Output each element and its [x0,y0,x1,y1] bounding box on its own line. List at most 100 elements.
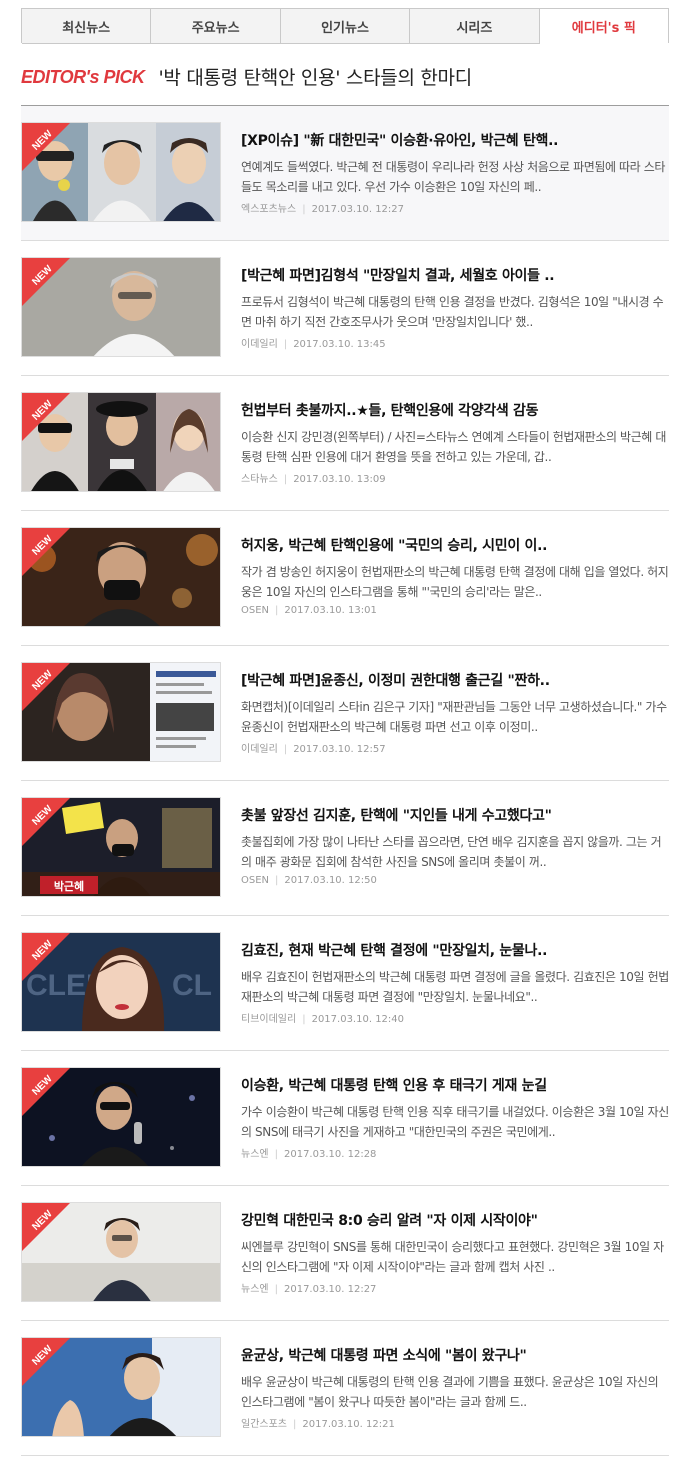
article-summary: 촛불집회에 가장 많이 나타난 스타를 꼽으라면, 단연 배우 김지훈을 꼽지 … [241,835,662,869]
article-summary: 씨엔블루 강민혁이 SNS를 통해 대한민국이 승리했다고 표현했다. 강민혁은… [241,1240,664,1274]
article-summary: 가수 이승환이 박근혜 대통령 탄핵 인용 직후 태극기를 내걸었다. 이승환은… [241,1105,669,1139]
article-time: 2017.03.10. 12:40 [311,1014,405,1025]
article-summary: 화면캡처)[이데일리 스타in 김은구 기자] "재판관님들 그동안 너무 고생… [241,700,667,734]
article-text: 김효진, 현재 박근혜 탄핵 결정에 "만장일치, 눈물나.. 배우 김효진이 … [241,942,669,1025]
tab-editors-pick[interactable]: 에디터's 픽 [539,9,669,44]
article-summary: 배우 김효진이 헌법재판소의 박근혜 대통령 파면 결정에 글을 올렸다. 김효… [241,970,669,1004]
article-item[interactable]: NEW 이승환, 박근혜 대통령 탄핵 인용 후 태극기 게재 눈길 가수 이승… [21,1051,669,1186]
section-header: EDITOR's PICK '박 대통령 탄핵안 인용' 스타들의 한마디 [21,58,669,106]
article-source: OSEN [241,605,270,616]
article-item[interactable]: NEW 윤균상, 박근혜 대통령 파면 소식에 "봄이 왔구나" 배우 윤균상이… [21,1321,669,1456]
article-item[interactable]: NEW [박근혜 파면]윤종신, 이정미 권한대행 출근길 "짠하.. 화면캡처… [21,646,669,781]
article-meta: 엑스포츠뉴스 | 2017.03.10. 12:27 [241,200,669,215]
article-thumbnail[interactable]: NEW [21,662,221,762]
article-item[interactable]: CLER CL NEW 김효진, 현재 박근혜 탄핵 결정에 "만장일치, 눈물… [21,916,669,1051]
article-time: 2017.03.10. 13:45 [293,339,386,350]
tab-popular-news[interactable]: 인기뉴스 [280,9,411,44]
thumb-overlay-text: 박근혜 [54,879,84,893]
article-source: 스타뉴스 [241,474,278,485]
new-badge: NEW [22,663,70,711]
article-text: [XP이슈] "新 대한민국" 이승환·유아인, 박근혜 탄핵.. 연예계도 들… [241,132,669,215]
article-meta: 뉴스엔 | 2017.03.10. 12:28 [241,1145,669,1160]
article-meta: OSEN | 2017.03.10. 12:50 [241,875,669,886]
article-time: 2017.03.10. 12:57 [293,744,386,755]
new-badge: NEW [22,258,70,306]
article-source: OSEN [241,875,270,886]
article-headline[interactable]: 강민혁 대한민국 8:0 승리 알려 "자 이제 시작이야" [241,1212,669,1230]
new-badge: NEW [22,528,70,576]
article-time: 2017.03.10. 12:28 [283,1149,377,1160]
article-thumbnail[interactable]: NEW [21,527,221,627]
meta-divider: | [275,875,279,886]
article-thumbnail[interactable]: NEW [21,1067,221,1167]
article-headline[interactable]: [XP이슈] "新 대한민국" 이승환·유아인, 박근혜 탄핵.. [241,132,669,150]
article-item[interactable]: NEW 강민혁 대한민국 8:0 승리 알려 "자 이제 시작이야" 씨엔블루 … [21,1186,669,1321]
tab-main-news[interactable]: 주요뉴스 [151,9,281,44]
new-badge: NEW [22,1203,70,1251]
article-list: NEW [XP이슈] "新 대한민국" 이승환·유아인, 박근혜 탄핵.. 연예… [21,106,669,1456]
article-meta: 이데일리 | 2017.03.10. 12:57 [241,740,669,755]
article-summary: 작가 겸 방송인 허지웅이 헌법재판소의 박근혜 대통령 탄핵 결정에 대해 입… [241,565,669,599]
article-headline[interactable]: 헌법부터 촛불까지..★들, 탄핵인용에 각양각색 감동 [241,402,669,420]
article-headline[interactable]: 이승환, 박근혜 대통령 탄핵 인용 후 태극기 게재 눈길 [241,1077,669,1095]
article-time: 2017.03.10. 13:09 [293,474,386,485]
article-summary: 배우 윤균상이 박근혜 대통령의 탄핵 인용 결과에 기쁨을 표했다. 윤균상은… [241,1375,659,1409]
article-thumbnail[interactable]: NEW [21,1202,221,1302]
article-time: 2017.03.10. 13:01 [284,605,377,616]
article-source: 뉴스엔 [241,1284,269,1295]
article-text: 헌법부터 촛불까지..★들, 탄핵인용에 각양각색 감동 이승환 신지 강민경(… [241,402,669,485]
article-text: 허지웅, 박근혜 탄핵인용에 "국민의 승리, 시민이 이.. 작가 겸 방송인… [241,537,669,616]
article-headline[interactable]: 김효진, 현재 박근혜 탄핵 결정에 "만장일치, 눈물나.. [241,942,669,960]
article-thumbnail[interactable]: NEW [21,257,221,357]
article-summary: 프로듀서 김형석이 박근혜 대통령의 탄핵 인용 결정을 반겼다. 김형석은 1… [241,295,664,329]
article-source: 일간스포츠 [241,1419,287,1430]
page-title: '박 대통령 탄핵안 인용' 스타들의 한마디 [158,67,472,89]
article-source: 이데일리 [241,339,278,350]
article-text: 촛불 앞장선 김지훈, 탄핵에 "지인들 내게 수고했다고" 촛불집회에 가장 … [241,807,669,886]
article-source: 티브이데일리 [241,1014,297,1025]
article-text: 강민혁 대한민국 8:0 승리 알려 "자 이제 시작이야" 씨엔블루 강민혁이… [241,1212,669,1295]
tab-latest-news[interactable]: 최신뉴스 [22,9,152,44]
meta-divider: | [302,204,306,215]
article-thumbnail[interactable]: 박근혜 NEW [21,797,221,897]
article-item[interactable]: NEW [박근혜 파면]김형석 "만장일치 결과, 세월호 아이들 .. 프로듀… [21,241,669,376]
article-meta: 스타뉴스 | 2017.03.10. 13:09 [241,470,669,485]
tab-series[interactable]: 시리즈 [410,9,540,44]
article-text: [박근혜 파면]윤종신, 이정미 권한대행 출근길 "짠하.. 화면캡처)[이데… [241,672,669,755]
article-meta: 티브이데일리 | 2017.03.10. 12:40 [241,1010,669,1025]
meta-divider: | [302,1014,306,1025]
article-text: 윤균상, 박근혜 대통령 파면 소식에 "봄이 왔구나" 배우 윤균상이 박근혜… [241,1347,669,1430]
article-meta: 일간스포츠 | 2017.03.10. 12:21 [241,1415,669,1430]
new-badge: NEW [22,1338,70,1386]
new-badge: NEW [22,798,70,846]
article-headline[interactable]: [박근혜 파면]김형석 "만장일치 결과, 세월호 아이들 .. [241,267,669,285]
editors-pick-logo: EDITOR's PICK [21,67,145,87]
article-source: 이데일리 [241,744,278,755]
article-source: 엑스포츠뉴스 [241,204,297,215]
new-badge: NEW [22,393,70,441]
article-time: 2017.03.10. 12:50 [284,875,377,886]
article-source: 뉴스엔 [241,1149,269,1160]
meta-divider: | [274,1149,278,1160]
article-item[interactable]: 박근혜 NEW 촛불 앞장선 김지훈, 탄핵에 "지인들 내게 수고했다고" 촛… [21,781,669,916]
article-summary: 연예계도 들썩였다. 박근혜 전 대통령이 우리나라 헌정 사상 처음으로 파면… [241,160,666,194]
article-thumbnail[interactable]: NEW [21,122,221,222]
article-headline[interactable]: 허지웅, 박근혜 탄핵인용에 "국민의 승리, 시민이 이.. [241,537,669,555]
article-summary: 이승환 신지 강민경(왼쪽부터) / 사진=스타뉴스 연예계 스타들이 헌법재판… [241,430,666,464]
article-item[interactable]: NEW [XP이슈] "新 대한민국" 이승환·유아인, 박근혜 탄핵.. 연예… [21,106,669,241]
article-item[interactable]: NEW 헌법부터 촛불까지..★들, 탄핵인용에 각양각색 감동 이승환 신지 … [21,376,669,511]
article-thumbnail[interactable]: NEW [21,392,221,492]
article-text: 이승환, 박근혜 대통령 탄핵 인용 후 태극기 게재 눈길 가수 이승환이 박… [241,1077,669,1160]
article-time: 2017.03.10. 12:27 [311,204,405,215]
article-thumbnail[interactable]: CLER CL NEW [21,932,221,1032]
article-thumbnail[interactable]: NEW [21,1337,221,1437]
new-badge: NEW [22,933,70,981]
article-headline[interactable]: 윤균상, 박근혜 대통령 파면 소식에 "봄이 왔구나" [241,1347,669,1365]
article-meta: 뉴스엔 | 2017.03.10. 12:27 [241,1280,669,1295]
news-tabs: 최신뉴스 주요뉴스 인기뉴스 시리즈 에디터's 픽 [21,8,669,44]
article-headline[interactable]: [박근혜 파면]윤종신, 이정미 권한대행 출근길 "짠하.. [241,672,669,690]
article-headline[interactable]: 촛불 앞장선 김지훈, 탄핵에 "지인들 내게 수고했다고" [241,807,669,825]
article-item[interactable]: NEW 허지웅, 박근혜 탄핵인용에 "국민의 승리, 시민이 이.. 작가 겸… [21,511,669,646]
article-meta: OSEN | 2017.03.10. 13:01 [241,605,669,616]
article-time: 2017.03.10. 12:21 [302,1419,395,1430]
